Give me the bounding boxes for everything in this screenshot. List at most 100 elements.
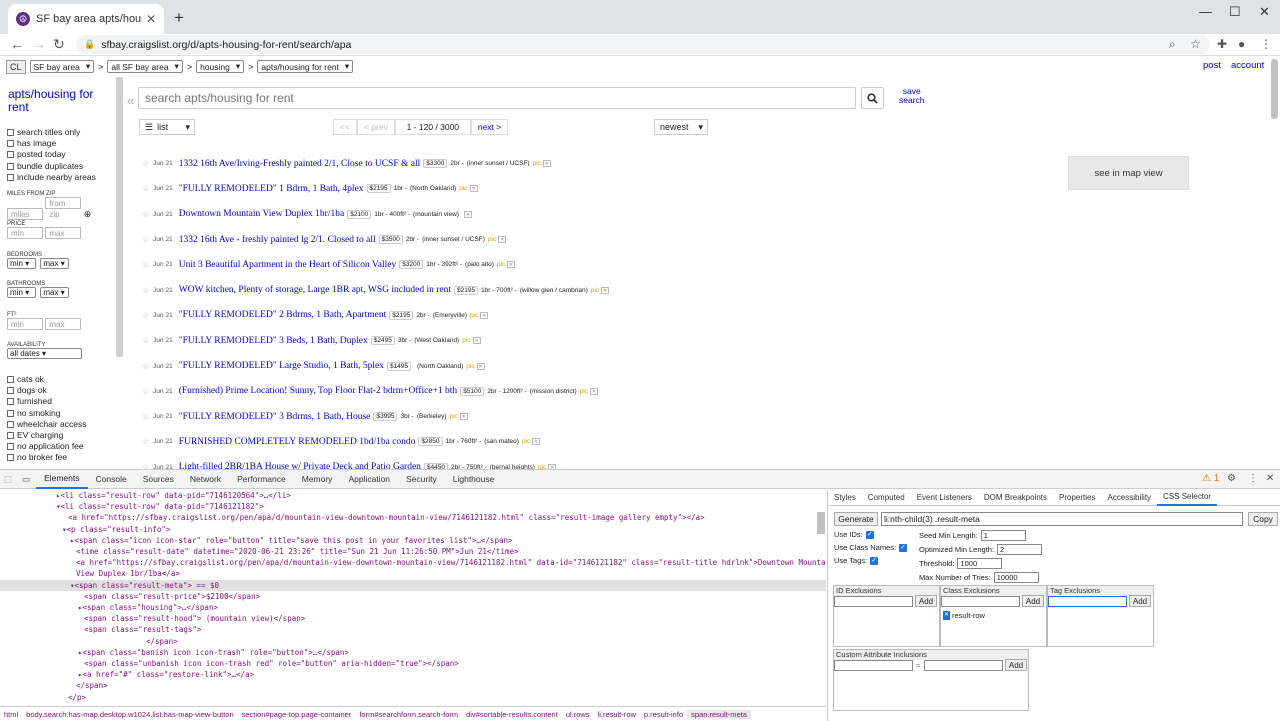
dom-node-line[interactable]: <span class="unbanish icon icon-trash re… xyxy=(0,658,826,669)
custom-attr-name-input[interactable] xyxy=(834,660,913,671)
hide-result-trash-icon[interactable]: ✕ xyxy=(589,387,598,395)
checkbox[interactable] xyxy=(7,151,14,159)
close-window-icon[interactable]: ✕ xyxy=(1259,4,1270,20)
bedrooms-max-select[interactable]: max ▾ xyxy=(40,258,70,269)
amenity-ev-charging[interactable]: EV charging xyxy=(7,430,86,441)
checkbox[interactable] xyxy=(7,173,14,181)
dom-node-line[interactable]: ▸<a href="#" class="restore-link">…</a> xyxy=(0,669,826,680)
favorite-star-icon[interactable]: ☆ xyxy=(142,412,149,421)
hide-result-trash-icon[interactable]: ✕ xyxy=(507,261,516,269)
bathrooms-min-select[interactable]: min ▾ xyxy=(7,287,36,298)
checkbox[interactable] xyxy=(7,162,14,170)
hide-result-trash-icon[interactable]: ✕ xyxy=(469,185,478,193)
copy-button[interactable]: Copy xyxy=(1248,512,1278,526)
result-title-link[interactable]: 1332 16th Ave - freshly painted lg 2/1. … xyxy=(179,235,376,245)
amenity-furnished[interactable]: furnished xyxy=(7,396,86,407)
forward-icon[interactable]: → xyxy=(32,36,46,52)
favorite-star-icon[interactable]: ☆ xyxy=(142,235,149,244)
dom-breadcrumb-item[interactable]: section#page-top.page-container xyxy=(238,710,356,719)
dom-node-line[interactable]: <a href="https://sfbay.craigslist.org/pe… xyxy=(0,512,826,523)
use-tags-checkbox[interactable]: ✓ xyxy=(870,556,879,565)
hide-result-trash-icon[interactable]: ✕ xyxy=(463,210,472,218)
max-tries-input[interactable]: 10000 xyxy=(993,572,1039,583)
dom-breadcrumb-item[interactable]: li.result-row xyxy=(594,710,640,719)
favorite-star-icon[interactable]: ☆ xyxy=(142,159,149,168)
devtools-tab-security[interactable]: Security xyxy=(398,470,445,489)
sidebar-scrollbar[interactable] xyxy=(116,77,123,357)
class-exclusion-add-button[interactable]: Add xyxy=(1022,595,1044,607)
dom-node-line[interactable]: ▸<span class="housing">…</span> xyxy=(0,602,826,613)
favorite-star-icon[interactable]: ☆ xyxy=(142,387,149,396)
category-title[interactable]: apts/housing for rent xyxy=(8,88,103,114)
amenity-no-smoking[interactable]: no smoking xyxy=(7,408,86,419)
favorite-star-icon[interactable]: ☆ xyxy=(142,311,149,320)
result-title-link[interactable]: (Furnished) Prime Location! Sunny, Top F… xyxy=(179,386,457,396)
dom-breadcrumb-item[interactable]: p.result-info xyxy=(640,710,687,719)
price-max-input[interactable]: max xyxy=(45,227,82,239)
pane-tab-css-selector[interactable]: CSS Selector xyxy=(1157,490,1218,506)
devtools-tab-memory[interactable]: Memory xyxy=(294,470,341,489)
sort-select[interactable]: newest ▾ xyxy=(654,119,708,135)
bedrooms-min-select[interactable]: min ▾ xyxy=(7,258,36,269)
pane-tab-dom-breakpoints[interactable]: DOM Breakpoints xyxy=(978,490,1053,506)
result-title-link[interactable]: "FULLY REMODELED" Large Studio, 1 Bath, … xyxy=(179,361,384,371)
account-link[interactable]: account xyxy=(1231,60,1264,71)
close-devtools-icon[interactable]: ✕ xyxy=(1266,473,1274,484)
class-exclusion-input[interactable] xyxy=(941,596,1020,607)
amenity-cats-ok[interactable]: cats ok xyxy=(7,374,86,385)
dom-node-line[interactable]: ▾<li class="result-row" data-pid="714612… xyxy=(0,501,826,512)
filter-bundle-duplicates[interactable]: bundle duplicates xyxy=(7,161,96,172)
availability-select[interactable]: all dates ▾ xyxy=(7,348,82,359)
seed-min-length-input[interactable]: 1 xyxy=(980,530,1026,541)
browser-menu-icon[interactable]: ⋮ xyxy=(1260,37,1272,51)
filter-include-nearby[interactable]: include nearby areas xyxy=(7,172,96,183)
page-scrollbar[interactable] xyxy=(1271,59,1278,119)
result-title-link[interactable]: Downtown Mountain View Duplex 1br/1ba xyxy=(179,209,345,219)
dom-breadcrumb-item[interactable]: body.search.has-map.desktop.w1024.list.h… xyxy=(22,710,237,719)
remove-chip-icon[interactable]: ✕ xyxy=(943,611,950,620)
favorite-star-icon[interactable]: ☆ xyxy=(142,286,149,295)
prev-page-button[interactable]: < prev xyxy=(356,119,395,135)
dom-node-line[interactable]: <span class="result-tags"> xyxy=(0,624,826,635)
use-class-names-checkbox[interactable]: ✓ xyxy=(899,543,908,552)
use-ids-checkbox[interactable]: ✓ xyxy=(865,530,874,539)
zoom-icon[interactable]: ⌕ xyxy=(1169,37,1176,52)
amenity-dogs-ok[interactable]: dogs ok xyxy=(7,385,86,396)
subcategory-select[interactable]: apts/housing for rent ▾ xyxy=(257,60,354,73)
devtools-menu-icon[interactable]: ⋮ xyxy=(1248,473,1258,484)
zip-input[interactable]: from zip xyxy=(45,197,82,219)
dom-node-line[interactable]: ▾<span class="result-meta"> == $0 xyxy=(0,579,826,591)
url-bar[interactable]: 🔒 sfbay.craigslist.org/d/apts-housing-fo… xyxy=(76,35,1210,54)
elements-scrollbar[interactable] xyxy=(817,512,825,534)
bathrooms-max-select[interactable]: max ▾ xyxy=(40,287,70,298)
devtools-tab-console[interactable]: Console xyxy=(88,470,135,489)
dom-breadcrumb-item[interactable]: ul.rows xyxy=(562,710,594,719)
amenity-wheelchair[interactable]: wheelchair access xyxy=(7,419,86,430)
pane-tab-accessibility[interactable]: Accessibility xyxy=(1101,490,1157,506)
area-select[interactable]: SF bay area ▾ xyxy=(29,60,95,73)
collapse-sidebar-icon[interactable]: « xyxy=(127,93,134,108)
result-title-link[interactable]: 1332 16th Ave/Irving-Freshly painted 2/1… xyxy=(179,159,421,169)
subarea-select[interactable]: all SF bay area ▾ xyxy=(107,60,183,73)
result-title-link[interactable]: Unit 3 Beautiful Apartment in the Heart … xyxy=(179,260,397,270)
favorite-star-icon[interactable]: ☆ xyxy=(142,437,149,446)
hide-result-trash-icon[interactable]: ✕ xyxy=(532,438,541,446)
devtools-tab-application[interactable]: Application xyxy=(340,470,398,489)
pane-tab-event-listeners[interactable]: Event Listeners xyxy=(911,490,978,506)
miles-input[interactable]: miles xyxy=(7,208,43,220)
inspect-icon[interactable]: ⬚ xyxy=(0,474,16,485)
search-input[interactable]: search apts/housing for rent xyxy=(138,87,856,109)
reload-icon[interactable]: ↻ xyxy=(53,36,65,53)
dom-breadcrumb-item[interactable]: div#sortable-results.content xyxy=(462,710,562,719)
selector-output-input[interactable]: li:nth-child(3) .result-meta xyxy=(881,512,1243,526)
filter-has-image[interactable]: has image xyxy=(7,138,96,149)
devtools-settings-gear-icon[interactable]: ⚙ xyxy=(1227,473,1236,484)
filter-search-titles[interactable]: search titles only xyxy=(7,127,96,138)
dom-node-line[interactable]: <time class="result-date" datetime="2020… xyxy=(0,546,826,557)
tag-exclusion-input[interactable] xyxy=(1048,596,1127,607)
next-page-button[interactable]: next > xyxy=(470,119,509,135)
dom-breadcrumb-item[interactable]: html xyxy=(0,710,22,719)
favorite-star-icon[interactable]: ☆ xyxy=(142,336,149,345)
amenity-no-broker-fee[interactable]: no broker fee xyxy=(7,452,86,463)
filter-posted-today[interactable]: posted today xyxy=(7,149,96,160)
